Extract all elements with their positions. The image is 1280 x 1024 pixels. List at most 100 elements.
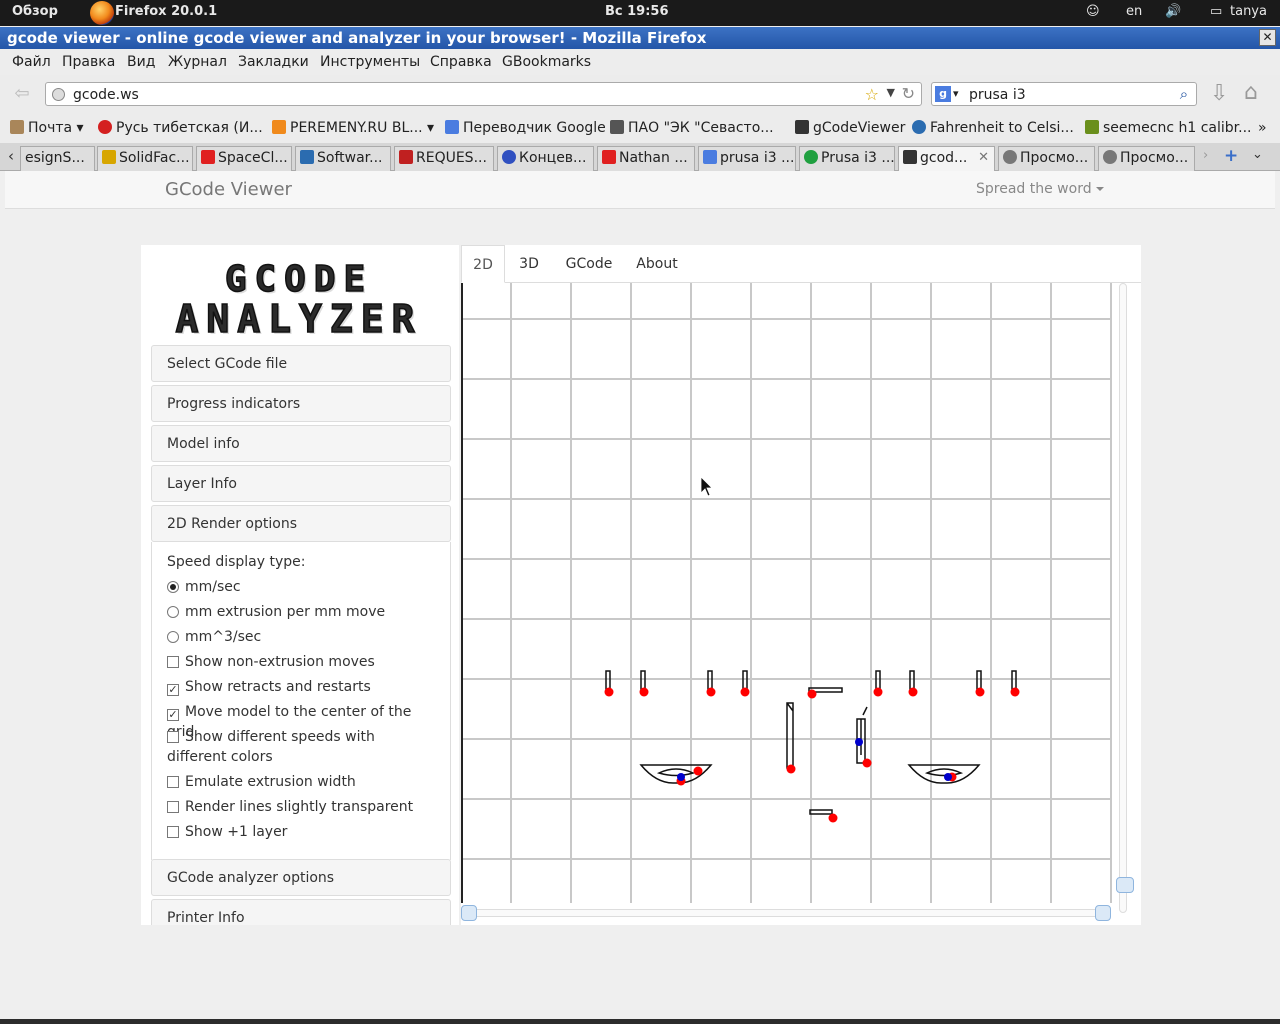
retract-point [740, 687, 750, 697]
accordion-analyzer-options[interactable]: GCode analyzer options [151, 859, 451, 896]
browser-tab[interactable]: Просмо... [998, 146, 1095, 171]
menu-tools[interactable]: Инструменты [320, 54, 420, 70]
site-brand[interactable]: GCode Viewer [165, 179, 292, 200]
accordion-model-info[interactable]: Model info [151, 425, 451, 462]
check-different-speeds[interactable]: Show different speeds with different col… [167, 727, 437, 767]
layer-slider-handle[interactable] [1116, 877, 1134, 893]
bookmark-star-icon[interactable]: ☆ [865, 85, 879, 104]
progress-slider[interactable] [461, 905, 1111, 921]
keyboard-layout[interactable]: en [1126, 4, 1142, 19]
menu-file[interactable]: Файл [12, 54, 51, 70]
bookmark-item[interactable]: gCodeViewer [795, 120, 905, 136]
tab-gcode[interactable]: GCode [559, 245, 619, 283]
check-emulate-width[interactable]: Emulate extrusion width [167, 772, 437, 792]
tab-2d[interactable]: 2D [461, 245, 505, 283]
spread-the-word-dropdown[interactable]: Spread the word [976, 181, 1104, 197]
close-tab-icon[interactable]: ✕ [978, 150, 989, 165]
volume-icon[interactable]: 🔊 [1165, 4, 1181, 19]
scroll-tabs-right-icon[interactable]: › [1203, 148, 1208, 163]
back-arrow-icon[interactable]: ⇦ [10, 83, 34, 105]
gcode-analyzer-logo: GCODE ANALYZER [175, 259, 423, 341]
accordion-2d-render-options[interactable]: 2D Render options [151, 505, 451, 542]
accordion-progress-indicators[interactable]: Progress indicators [151, 385, 451, 422]
checkbox[interactable] [167, 776, 179, 788]
radio-button[interactable] [167, 606, 179, 618]
progress-slider-start-handle[interactable] [461, 905, 477, 921]
tab-3d[interactable]: 3D [511, 245, 547, 283]
scroll-tabs-left-icon[interactable]: ‹ [8, 147, 14, 165]
accordion-printer-info[interactable]: Printer Info [151, 899, 451, 925]
user-menu[interactable]: tanya [1230, 4, 1267, 19]
bookmark-item[interactable]: PEREMENY.RU BL... ▾ [272, 120, 434, 136]
menu-bookmarks[interactable]: Закладки [238, 54, 309, 70]
layer-render[interactable] [461, 283, 1121, 903]
chat-icon[interactable]: ▭ [1210, 4, 1222, 19]
google-icon[interactable]: g [935, 86, 951, 102]
menu-view[interactable]: Вид [127, 54, 155, 70]
browser-tab[interactable]: SolidFac... [97, 146, 193, 171]
download-icon[interactable]: ⇩ [1210, 81, 1228, 106]
accordion-select-file[interactable]: Select GCode file [151, 345, 451, 382]
search-bar[interactable]: g ▾ prusa i3 ⌕ [931, 82, 1197, 106]
activities-button[interactable]: Обзор [12, 4, 58, 19]
reload-icon[interactable]: ↻ [902, 84, 915, 103]
bookmarks-overflow-icon[interactable]: » [1258, 120, 1267, 136]
menu-history[interactable]: Журнал [168, 54, 227, 70]
checkbox[interactable] [167, 731, 179, 743]
checkbox[interactable] [167, 826, 179, 838]
browser-tab[interactable]: Prusa i3 ... [799, 146, 895, 171]
layer-slider-track[interactable] [1119, 283, 1127, 913]
list-all-tabs-icon[interactable]: ⌄ [1252, 147, 1263, 162]
check-show-non-extrusion[interactable]: Show non-extrusion moves [167, 652, 437, 672]
checkbox[interactable] [167, 801, 179, 813]
menu-edit[interactable]: Правка [62, 54, 115, 70]
check-transparent-lines[interactable]: Render lines slightly transparent [167, 797, 437, 817]
check-show-retracts[interactable]: ✓ Show retracts and restarts [167, 677, 437, 697]
tab-about[interactable]: About [631, 245, 683, 283]
browser-tab[interactable]: prusa i3 ... [698, 146, 796, 171]
url-bar[interactable]: gcode.ws ☆ ▼ ↻ [45, 82, 922, 106]
browser-tab-active[interactable]: gcod... ✕ [898, 146, 995, 172]
browser-tab[interactable]: esignS... [20, 146, 95, 171]
radio-button[interactable] [167, 581, 179, 593]
bookmark-item[interactable]: ПАО "ЭК "Севасто... [610, 120, 774, 136]
url-dropdown-icon[interactable]: ▼ [887, 86, 895, 99]
radio-mm3-sec[interactable]: mm^3/sec [167, 627, 437, 647]
home-icon[interactable]: ⌂ [1244, 80, 1258, 105]
checkbox[interactable]: ✓ [167, 684, 179, 696]
layer-slider[interactable] [1116, 283, 1134, 915]
new-tab-icon[interactable]: + [1224, 146, 1238, 166]
accessibility-icon[interactable]: ☺ [1086, 4, 1100, 19]
search-engine-dropdown-icon[interactable]: ▾ [953, 87, 959, 100]
browser-tab[interactable]: Концев... [497, 146, 594, 171]
url-input[interactable]: gcode.ws [73, 87, 139, 103]
radio-mm-sec[interactable]: mm/sec [167, 577, 437, 597]
browser-tab[interactable]: Softwar... [295, 146, 391, 171]
app-menu[interactable]: Firefox 20.0.1 [115, 4, 217, 19]
progress-slider-track[interactable] [467, 909, 1103, 917]
bookmark-item[interactable]: seemecnc h1 calibr... [1085, 120, 1251, 136]
render-canvas[interactable] [461, 283, 1121, 903]
bookmark-item[interactable]: Переводчик Google [445, 120, 606, 136]
menu-gbookmarks[interactable]: GBookmarks [502, 54, 591, 70]
browser-tab[interactable]: REQUES... [394, 146, 494, 171]
progress-slider-end-handle[interactable] [1095, 905, 1111, 921]
menu-help[interactable]: Справка [430, 54, 492, 70]
bookmark-mail[interactable]: Почта ▾ [10, 120, 84, 136]
radio-mm-extrusion[interactable]: mm extrusion per mm move [167, 602, 437, 622]
radio-button[interactable] [167, 631, 179, 643]
checkbox[interactable]: ✓ [167, 709, 179, 721]
check-show-plus-one-layer[interactable]: Show +1 layer [167, 822, 437, 842]
search-icon[interactable]: ⌕ [1174, 85, 1194, 103]
search-input[interactable]: prusa i3 [969, 87, 1026, 103]
clock[interactable]: Вс 19:56 [605, 4, 669, 19]
bookmark-item[interactable]: Fahrenheit to Celsi... [912, 120, 1074, 136]
accordion-layer-info[interactable]: Layer Info [151, 465, 451, 502]
window-close-button[interactable]: ✕ [1259, 29, 1276, 46]
checkbox[interactable] [167, 656, 179, 668]
browser-tab[interactable]: Просмо... [1098, 146, 1195, 171]
browser-tab[interactable]: Nathan ... [597, 146, 695, 171]
window-titlebar[interactable]: gcode viewer - online gcode viewer and a… [0, 27, 1280, 49]
browser-tab[interactable]: SpaceCl... [196, 146, 292, 171]
bookmark-item[interactable]: Русь тибетская (И... [98, 120, 263, 136]
